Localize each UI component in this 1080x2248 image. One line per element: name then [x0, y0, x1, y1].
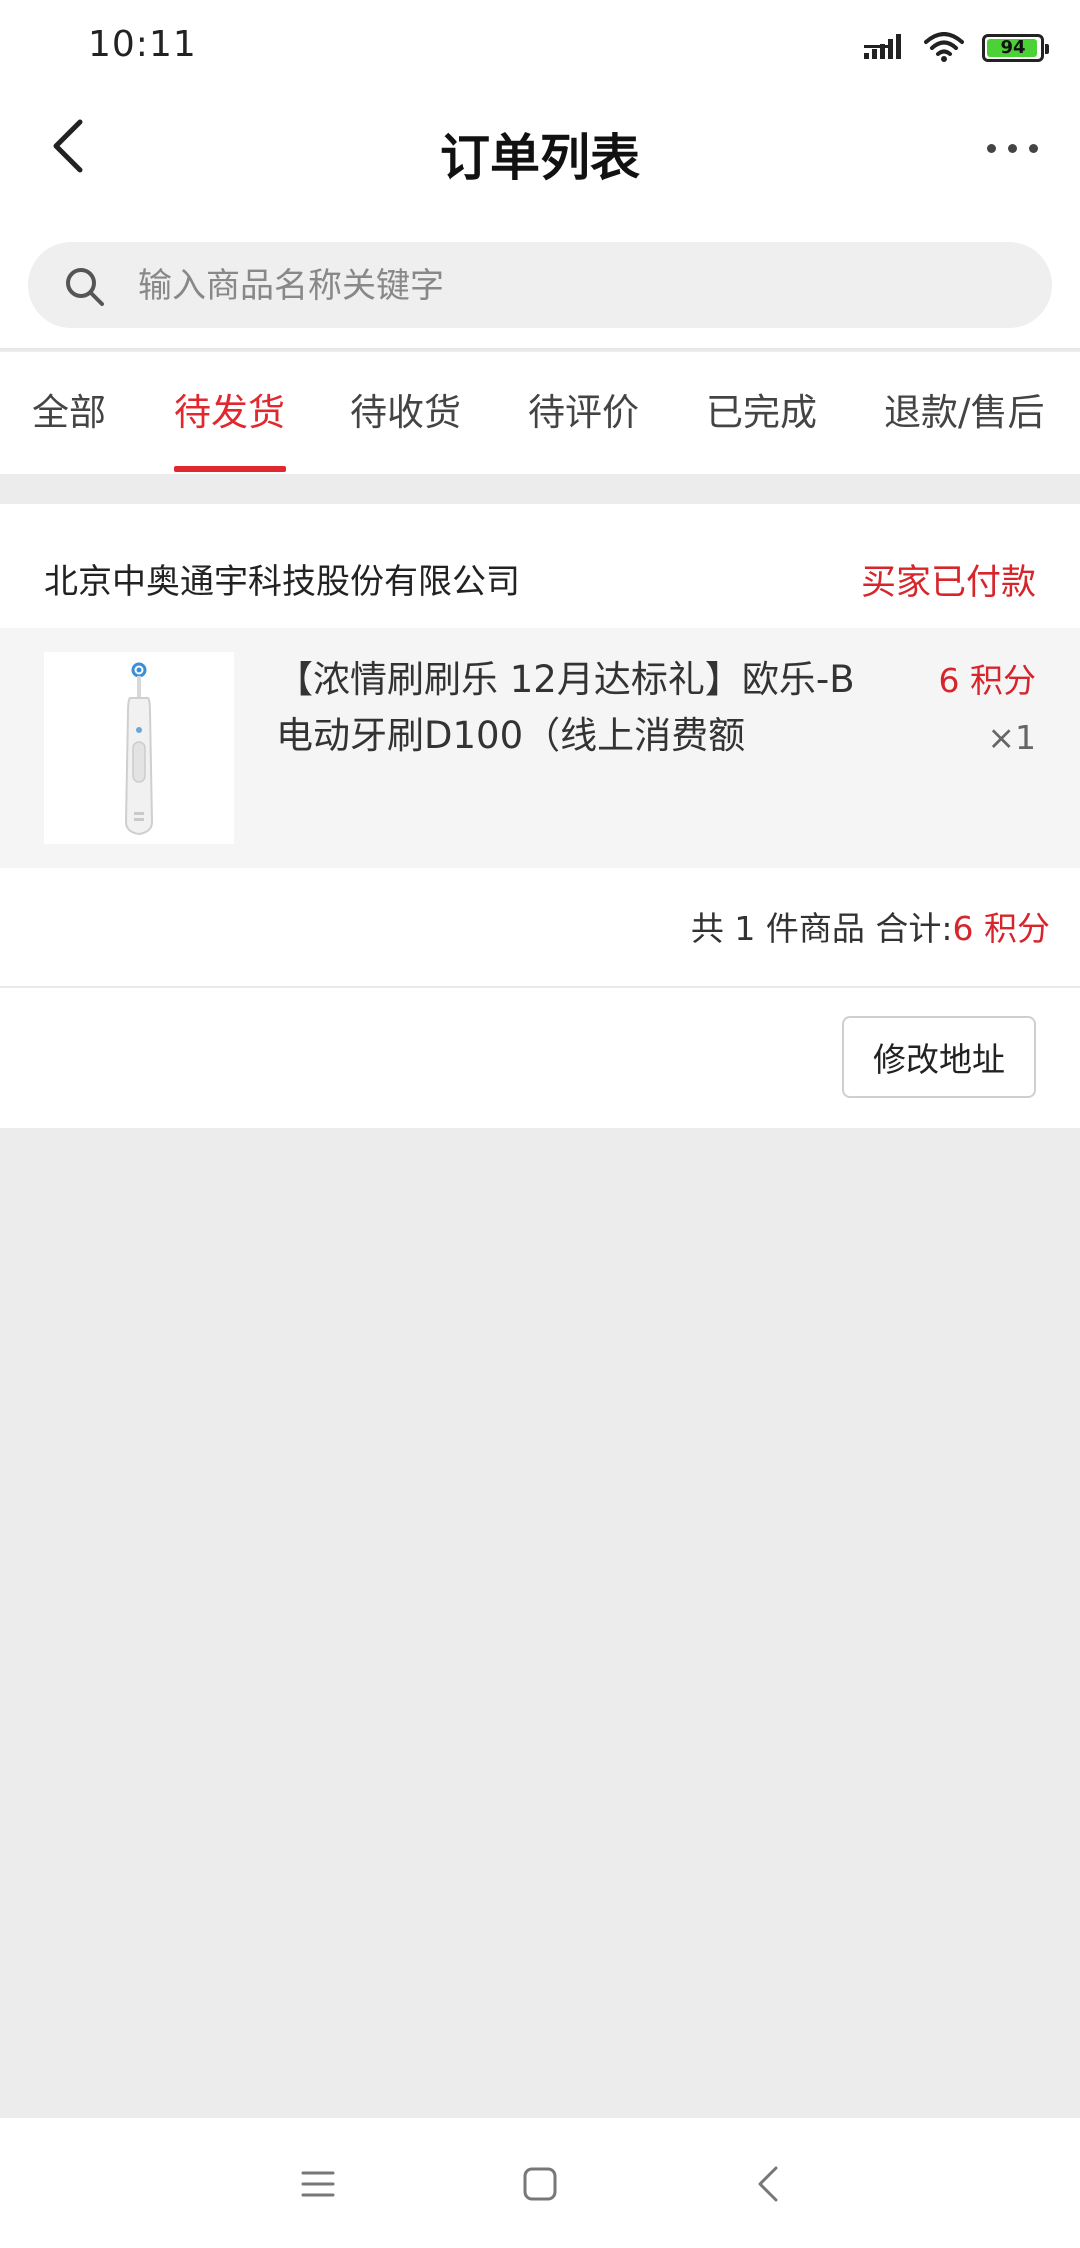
- system-nav-bar: [0, 2118, 1080, 2248]
- toothbrush-image: [124, 662, 154, 836]
- order-summary-label: 共 1 件商品 合计:: [690, 909, 953, 948]
- tab-completed[interactable]: 已完成: [706, 382, 817, 436]
- product-title: 【浓情刷刷乐 12月达标礼】欧乐-B电动牙刷D100（线上消费额: [276, 658, 855, 757]
- search-icon: [66, 268, 104, 306]
- product-price: 6 积分: [938, 661, 1037, 700]
- tab-refund-aftersale[interactable]: 退款/售后: [884, 382, 1044, 436]
- tab-pending-receipt[interactable]: 待收货: [350, 382, 461, 436]
- order-status: 买家已付款: [860, 563, 1036, 603]
- tab-pending-review[interactable]: 待评价: [528, 382, 639, 436]
- more-button[interactable]: [972, 120, 1052, 176]
- battery-level: 94: [1000, 37, 1026, 58]
- product-quantity: ×1: [987, 718, 1036, 757]
- home-square-icon: [523, 2167, 557, 2201]
- tab-pending-shipment[interactable]: 待发货: [174, 382, 285, 436]
- product-image: [44, 652, 234, 844]
- back-triangle-icon: [758, 2166, 778, 2202]
- order-tabs: 全部 待发货 待收货 待评价 已完成 退款/售后: [0, 352, 1080, 474]
- battery-icon: 94: [982, 34, 1049, 62]
- product-row[interactable]: 【浓情刷刷乐 12月达标礼】欧乐-B电动牙刷D100（线上消费额 6 积分 ×1: [0, 628, 1080, 868]
- status-bar: 10:11 94: [0, 0, 1080, 92]
- status-icons: 94: [864, 30, 1049, 66]
- more-dot: [986, 143, 996, 153]
- more-dot: [1028, 143, 1038, 153]
- menu-icon: [301, 2171, 335, 2197]
- more-dot: [1007, 143, 1017, 153]
- wifi-icon: [924, 32, 964, 62]
- order-total: 6 积分: [952, 909, 1051, 948]
- modify-address-button[interactable]: 修改地址: [842, 1016, 1036, 1098]
- back-nav-button[interactable]: [738, 2154, 798, 2214]
- home-button[interactable]: [510, 2154, 570, 2214]
- header: 订单列表: [0, 92, 1080, 210]
- tab-all[interactable]: 全部: [32, 382, 106, 436]
- order-card[interactable]: 北京中奥通宇科技股份有限公司 买家已付款 【浓情刷刷乐 12月达标礼】欧乐-B电…: [0, 504, 1080, 1128]
- search-section: [0, 210, 1080, 350]
- divider: [0, 986, 1080, 988]
- status-time: 10:11: [88, 24, 197, 65]
- search-bar[interactable]: [28, 242, 1052, 330]
- page-title: 订单列表: [440, 129, 640, 187]
- signal-icon: [864, 34, 901, 59]
- shop-name: 北京中奥通宇科技股份有限公司: [44, 562, 520, 602]
- order-summary: 共 1 件商品 合计:6 积分: [691, 902, 1050, 950]
- search-input[interactable]: [136, 242, 1020, 330]
- active-tab-indicator: [174, 466, 286, 472]
- menu-button[interactable]: [288, 2154, 348, 2214]
